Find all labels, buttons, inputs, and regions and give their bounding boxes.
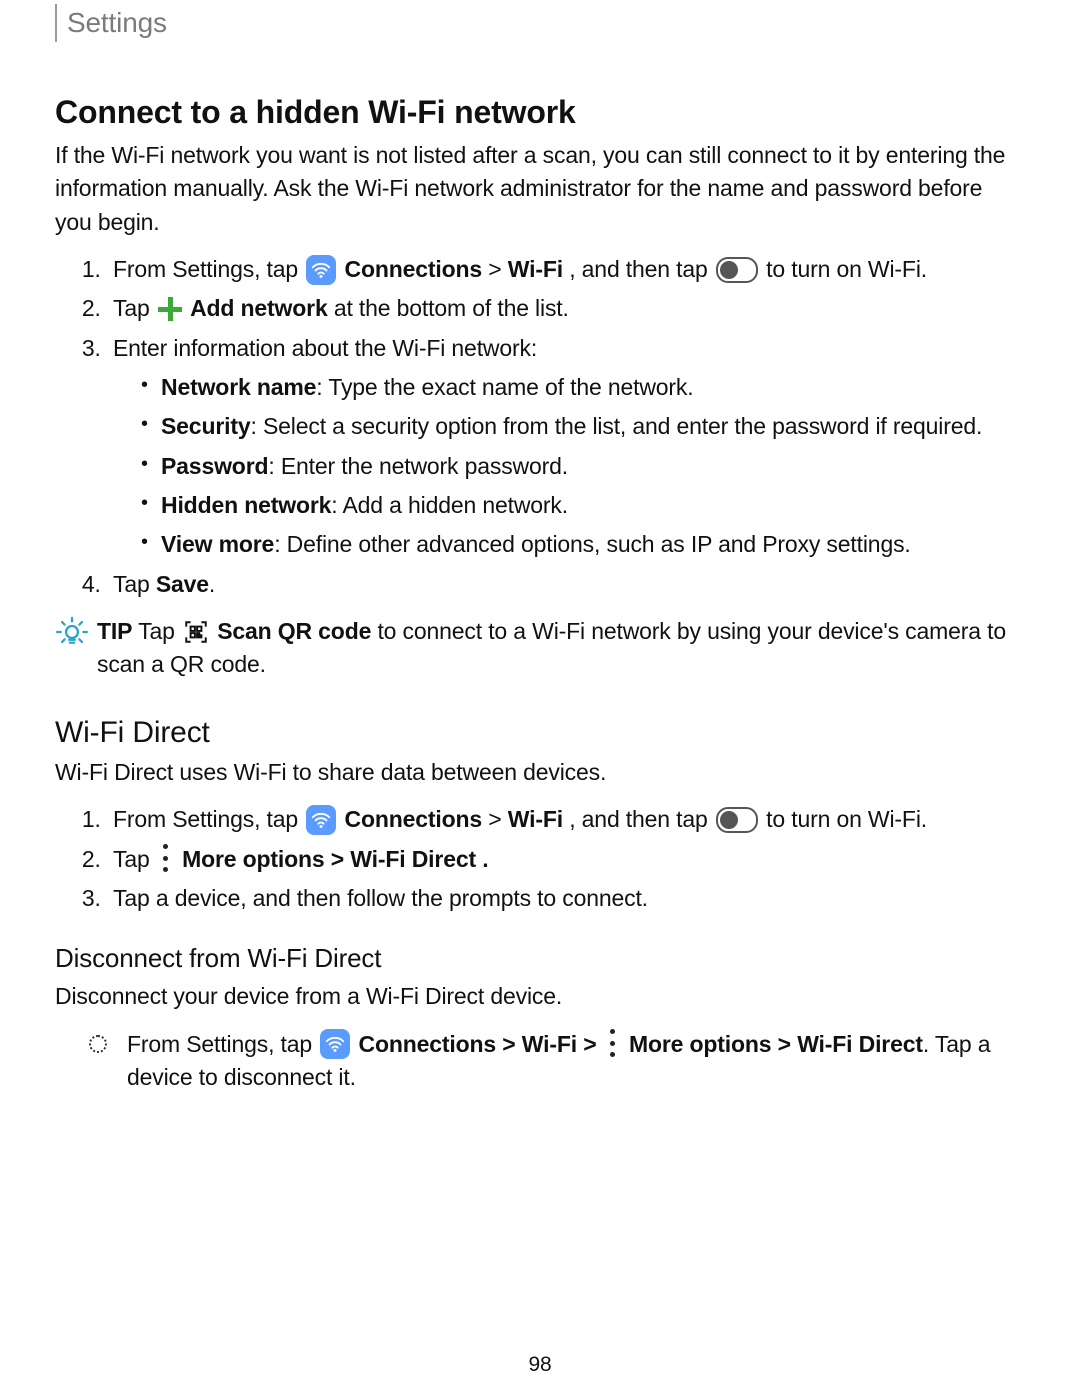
save-label: Save (156, 571, 209, 597)
tip-label: TIP (97, 618, 132, 644)
page-header: Settings (55, 0, 1025, 42)
scan-qr-label: Scan QR code (217, 618, 371, 644)
page-number: 98 (0, 1353, 1080, 1377)
add-network-label: Add network (190, 295, 328, 321)
section-disconnect-intro: Disconnect your device from a Wi-Fi Dire… (55, 980, 1025, 1013)
step-2: Tap Add network at the bottom of the lis… (107, 292, 1025, 325)
section-hidden-wifi-steps: From Settings, tap Connections > Wi-Fi ,… (87, 253, 1025, 601)
wd-step-2: Tap More options > Wi-Fi Direct . (107, 843, 1025, 876)
wd-step-1: From Settings, tap Connections > Wi-Fi ,… (107, 803, 1025, 836)
connections-label: Connections (345, 806, 483, 832)
header-divider (55, 4, 57, 42)
section-hidden-wifi-title: Connect to a hidden Wi-Fi network (55, 94, 1025, 131)
section-disconnect-step: From Settings, tap Connections > Wi-Fi >… (55, 1028, 1025, 1095)
wifi-direct-label: Wi-Fi Direct (797, 1031, 923, 1057)
subitem-network-name: Network name: Type the exact name of the… (141, 371, 1025, 404)
wifi-label: Wi-Fi (508, 256, 563, 282)
toggle-off-icon (716, 257, 758, 283)
tip-row: TIP Tap Scan QR code to connect to a Wi-… (55, 615, 1025, 682)
plus-icon (158, 297, 182, 321)
subitem-security: Security: Select a security option from … (141, 410, 1025, 443)
more-options-label: More options (629, 1031, 771, 1057)
subitem-view-more: View more: Define other advanced options… (141, 528, 1025, 561)
wifi-direct-label: Wi-Fi Direct (350, 846, 476, 872)
step-4: Tap Save. (107, 568, 1025, 601)
step-3-subitems: Network name: Type the exact name of the… (141, 371, 1025, 562)
connections-label: Connections (345, 256, 483, 282)
connections-label: Connections (359, 1031, 497, 1057)
subitem-password: Password: Enter the network password. (141, 450, 1025, 483)
more-options-icon (607, 1029, 619, 1057)
toggle-off-icon (716, 807, 758, 833)
step-1: From Settings, tap Connections > Wi-Fi ,… (107, 253, 1025, 286)
wd-step-3: Tap a device, and then follow the prompt… (107, 882, 1025, 915)
header-title: Settings (67, 7, 167, 39)
more-options-icon (160, 844, 172, 872)
wifi-icon (320, 1029, 350, 1059)
lightbulb-icon (55, 615, 89, 649)
wifi-icon (306, 255, 336, 285)
section-disconnect-title: Disconnect from Wi-Fi Direct (55, 943, 1025, 974)
disconnect-step: From Settings, tap Connections > Wi-Fi >… (83, 1028, 1025, 1095)
section-wifi-direct-intro: Wi-Fi Direct uses Wi-Fi to share data be… (55, 756, 1025, 789)
wifi-label: Wi-Fi (508, 806, 563, 832)
qr-icon (183, 619, 209, 645)
more-options-label: More options (182, 846, 324, 872)
section-hidden-wifi-intro: If the Wi-Fi network you want is not lis… (55, 139, 1025, 239)
step-3: Enter information about the Wi-Fi networ… (107, 332, 1025, 562)
subitem-hidden: Hidden network: Add a hidden network. (141, 489, 1025, 522)
tip-body: TIP Tap Scan QR code to connect to a Wi-… (97, 615, 1025, 682)
wifi-icon (306, 805, 336, 835)
section-wifi-direct-steps: From Settings, tap Connections > Wi-Fi ,… (87, 803, 1025, 915)
section-wifi-direct-title: Wi-Fi Direct (55, 716, 1025, 750)
wifi-label: Wi-Fi (522, 1031, 577, 1057)
